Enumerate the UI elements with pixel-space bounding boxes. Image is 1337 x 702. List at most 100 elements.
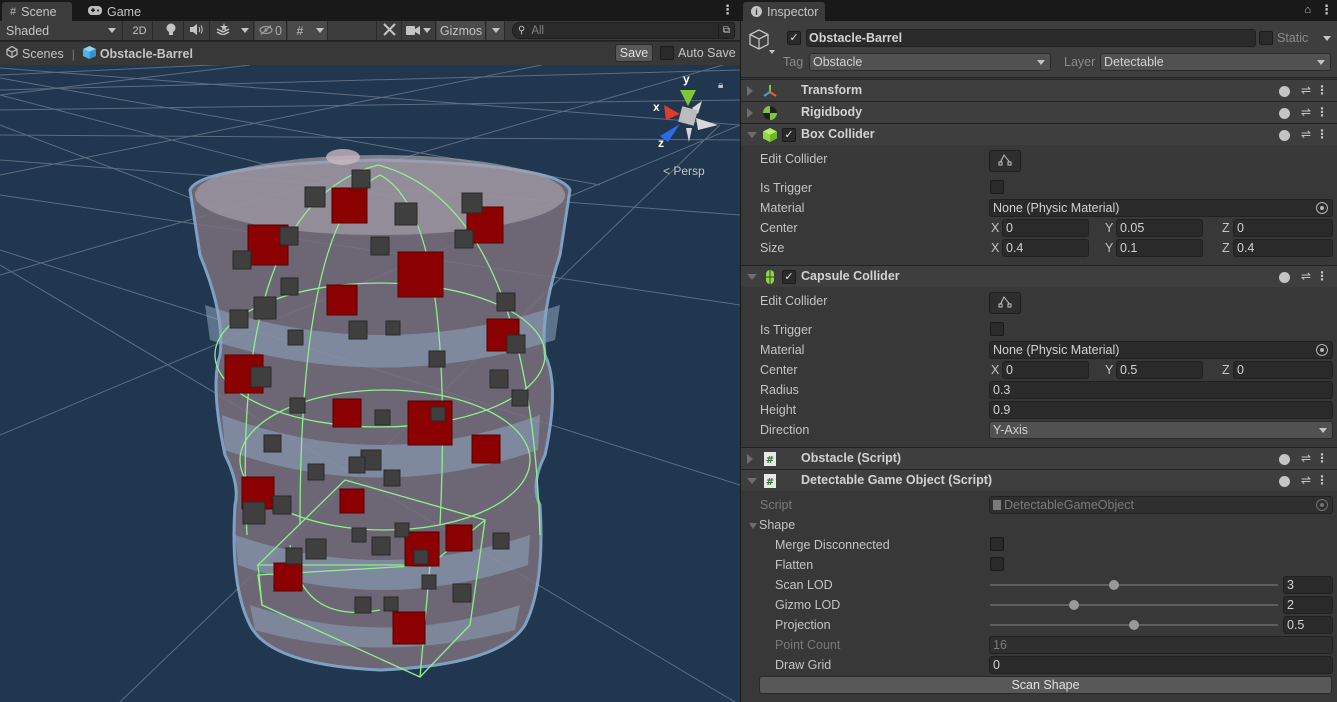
static-checkbox[interactable]: [1259, 31, 1273, 45]
audio-toggle[interactable]: [184, 21, 210, 40]
auto-save-toggle[interactable]: Auto Save: [660, 46, 736, 60]
gizmos-dropdown[interactable]: [487, 21, 505, 40]
shape-section-label[interactable]: Shape: [759, 518, 795, 532]
fold-arrow-icon[interactable]: [747, 108, 753, 118]
presets-icon[interactable]: ⇌: [1301, 105, 1311, 119]
hierarchy-search-input[interactable]: ⚲ All ⧉: [512, 22, 735, 39]
lock-icon[interactable]: 🔒︎: [718, 80, 723, 91]
box-center-y[interactable]: 0.05: [1116, 219, 1203, 237]
capsule-is-trigger-checkbox[interactable]: [990, 322, 1004, 336]
popout-icon[interactable]: ⧉: [718, 22, 734, 39]
presets-icon[interactable]: ⇌: [1301, 127, 1311, 141]
tools-button[interactable]: [376, 21, 402, 40]
box-collider-enabled-checkbox[interactable]: ✓: [782, 128, 796, 142]
static-dropdown-arrow[interactable]: [1323, 36, 1331, 41]
capsule-center-z[interactable]: 0: [1233, 361, 1333, 379]
merge-disconnected-checkbox[interactable]: [990, 537, 1004, 551]
component-menu-icon[interactable]: ⋮: [1316, 127, 1328, 141]
help-icon[interactable]: ?: [1279, 107, 1290, 121]
component-detectable-script[interactable]: # Detectable Game Object (Script) ? ⇌ ⋮: [741, 469, 1337, 491]
orientation-gizmo[interactable]: y x z < Persp 🔒︎: [650, 70, 730, 180]
box-size-y[interactable]: 0.1: [1116, 239, 1203, 257]
presets-icon[interactable]: ⇌: [1301, 473, 1311, 487]
presets-icon[interactable]: ⇌: [1301, 269, 1311, 283]
component-menu-icon[interactable]: ⋮: [1316, 269, 1328, 283]
active-checkbox[interactable]: ✓: [787, 31, 801, 45]
flatten-checkbox[interactable]: [990, 557, 1004, 571]
draw-grid-input[interactable]: 0: [989, 656, 1333, 674]
shape-fold-arrow-icon[interactable]: [749, 523, 757, 529]
object-picker-icon[interactable]: [1316, 202, 1328, 214]
layer-dropdown[interactable]: Detectable: [1100, 53, 1331, 71]
help-icon[interactable]: ?: [1279, 475, 1290, 489]
scene-viewport[interactable]: y x z < Persp 🔒︎: [0, 65, 740, 702]
fold-arrow-icon[interactable]: [747, 132, 757, 138]
tab-inspector[interactable]: i Inspector: [743, 2, 825, 21]
camera-dropdown[interactable]: [402, 21, 436, 40]
component-menu-icon[interactable]: ⋮: [1316, 83, 1328, 97]
box-center-z[interactable]: 0: [1233, 219, 1333, 237]
presets-icon[interactable]: ⇌: [1301, 83, 1311, 97]
scan-shape-button[interactable]: Scan Shape: [759, 676, 1332, 694]
component-menu-icon[interactable]: ⋮: [1316, 473, 1328, 487]
toggle-2d-button[interactable]: 2D: [127, 21, 153, 40]
lighting-toggle[interactable]: [158, 21, 184, 40]
auto-save-checkbox[interactable]: [660, 46, 674, 60]
component-capsule-collider[interactable]: ✓ Capsule Collider ? ⇌ ⋮: [741, 265, 1337, 287]
gizmo-lod-slider[interactable]: [990, 600, 1278, 610]
tag-dropdown[interactable]: Obstacle: [809, 53, 1051, 71]
box-is-trigger-checkbox[interactable]: [990, 180, 1004, 194]
object-picker-icon[interactable]: [1316, 344, 1328, 356]
box-size-z[interactable]: 0.4: [1233, 239, 1333, 257]
help-icon[interactable]: ?: [1279, 85, 1290, 99]
edit-collider-button[interactable]: [989, 292, 1021, 314]
panel-menu-icon[interactable]: ⋮: [721, 3, 734, 17]
capsule-center-x[interactable]: 0: [1002, 361, 1089, 379]
grid-dropdown[interactable]: [312, 21, 328, 40]
breadcrumb-scenes[interactable]: Scenes: [6, 45, 64, 61]
slider-thumb[interactable]: [1108, 580, 1119, 590]
fold-arrow-icon[interactable]: [747, 274, 757, 280]
capsule-direction-dropdown[interactable]: Y-Axis: [989, 421, 1333, 439]
tab-game[interactable]: Game: [80, 2, 149, 21]
gizmos-toggle[interactable]: Gizmos: [437, 21, 486, 40]
edit-collider-button[interactable]: [989, 150, 1021, 172]
scan-lod-input[interactable]: 3: [1283, 576, 1333, 594]
gizmo-lod-input[interactable]: 2: [1283, 596, 1333, 614]
slider-thumb[interactable]: [1129, 620, 1139, 630]
capsule-material-field[interactable]: None (Physic Material): [989, 341, 1333, 359]
save-button[interactable]: Save: [615, 44, 653, 62]
capsule-height-field[interactable]: 0.9: [989, 401, 1333, 419]
tab-scene[interactable]: # Scene: [2, 2, 72, 21]
component-box-collider[interactable]: ✓ Box Collider ? ⇌ ⋮: [741, 123, 1337, 145]
presets-icon[interactable]: ⇌: [1301, 451, 1311, 465]
gameobject-cube-icon[interactable]: [749, 29, 775, 60]
component-transform[interactable]: Transform ? ⇌ ⋮: [741, 79, 1337, 101]
component-menu-icon[interactable]: ⋮: [1316, 105, 1328, 119]
effects-toggle[interactable]: [210, 21, 236, 40]
lock-icon[interactable]: ⌂: [1304, 4, 1311, 16]
gameobject-name-input[interactable]: Obstacle-Barrel: [806, 29, 1256, 47]
capsule-radius-field[interactable]: 0.3: [989, 381, 1333, 399]
fold-arrow-icon[interactable]: [747, 86, 753, 96]
effects-dropdown[interactable]: [236, 21, 254, 40]
slider-thumb[interactable]: [1068, 600, 1079, 610]
projection-slider[interactable]: [990, 620, 1278, 630]
hidden-objects-toggle[interactable]: 0: [255, 21, 287, 40]
draw-mode-dropdown[interactable]: Shaded: [0, 21, 123, 40]
component-rigidbody[interactable]: Rigidbody ? ⇌ ⋮: [741, 101, 1337, 123]
breadcrumb-current[interactable]: Obstacle-Barrel: [82, 45, 193, 62]
component-obstacle-script[interactable]: # Obstacle (Script) ? ⇌ ⋮: [741, 447, 1337, 469]
fold-arrow-icon[interactable]: [747, 454, 753, 464]
panel-menu-icon[interactable]: ⋮: [1320, 3, 1333, 17]
fold-arrow-icon[interactable]: [747, 478, 757, 484]
help-icon[interactable]: ?: [1279, 453, 1290, 467]
grid-toggle[interactable]: #: [288, 21, 312, 40]
help-icon[interactable]: ?: [1279, 271, 1290, 285]
help-icon[interactable]: ?: [1279, 129, 1290, 143]
projection-toggle[interactable]: < Persp: [663, 164, 705, 178]
box-center-x[interactable]: 0: [1002, 219, 1089, 237]
box-size-x[interactable]: 0.4: [1002, 239, 1089, 257]
capsule-center-y[interactable]: 0.5: [1116, 361, 1203, 379]
projection-input[interactable]: 0.5: [1283, 616, 1333, 634]
